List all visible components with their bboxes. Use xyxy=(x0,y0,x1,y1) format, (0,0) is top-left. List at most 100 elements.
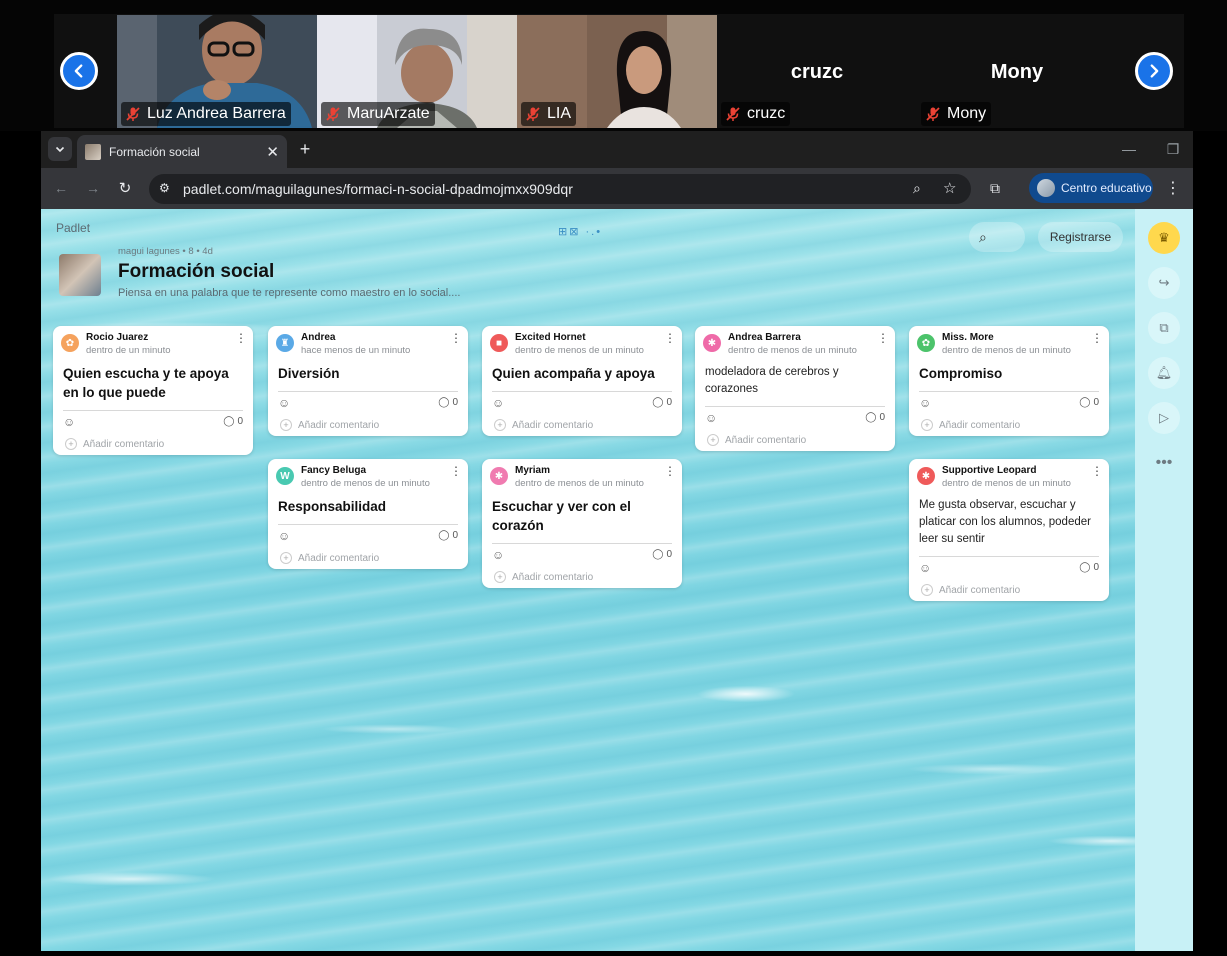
notifications-button[interactable]: 🔔︎ xyxy=(1148,357,1180,389)
participant-name-tag: MaruArzate xyxy=(321,102,435,126)
add-reaction-icon[interactable]: ☺ xyxy=(705,411,717,425)
post-menu-icon[interactable]: ⋮ xyxy=(877,332,889,344)
add-reaction-icon[interactable]: ☺ xyxy=(492,396,504,410)
post-menu-icon[interactable]: ⋮ xyxy=(1091,465,1103,477)
post-title: Quien escucha y te apoya en lo que puede xyxy=(63,366,229,400)
post-card[interactable]: ♜ Andrea hace menos de un minuto ⋮ Diversión… xyxy=(268,326,468,436)
comment-count[interactable]: ◯ 0 xyxy=(865,412,885,423)
post-menu-icon[interactable]: ⋮ xyxy=(235,332,247,344)
post-menu-icon[interactable]: ⋮ xyxy=(664,332,676,344)
participant-tile-no-video[interactable]: cruzc cruzc xyxy=(717,15,917,128)
add-comment-button[interactable]: + Añadir comentario xyxy=(482,414,682,436)
comment-count[interactable]: ◯ 0 xyxy=(223,416,243,427)
participant-tile-video[interactable]: Luz Andrea Barrera xyxy=(117,15,317,128)
post-header: ■ Excited Hornet dentro de menos de un min… xyxy=(482,326,682,362)
address-bar[interactable]: ⚙ padlet.com/maguilagunes/formaci-n-soci… xyxy=(149,174,971,204)
post-menu-icon[interactable]: ⋮ xyxy=(450,332,462,344)
reload-button[interactable]: ↻ xyxy=(113,176,137,200)
comment-bubble-icon: ◯ xyxy=(1079,562,1091,573)
puzzle-icon: ⧉ xyxy=(990,179,1000,196)
add-reaction-icon[interactable]: ☺ xyxy=(278,396,290,410)
comment-count[interactable]: ◯ 0 xyxy=(1079,397,1099,408)
participant-display-name: Mony xyxy=(990,61,1044,83)
post-time: dentro de un minuto xyxy=(86,345,171,356)
add-reaction-icon[interactable]: ☺ xyxy=(278,529,290,543)
add-reaction-icon[interactable]: ☺ xyxy=(919,396,931,410)
restore-button[interactable]: ❐ xyxy=(1161,137,1185,161)
plus-icon: + xyxy=(280,552,292,564)
comment-count-value: 0 xyxy=(237,416,243,427)
close-tab-icon[interactable]: ✕ xyxy=(266,143,279,161)
forward-button[interactable]: → xyxy=(81,176,105,200)
add-reaction-icon[interactable]: ☺ xyxy=(492,548,504,562)
add-comment-button[interactable]: + Añadir comentario xyxy=(909,414,1109,436)
browser-toolbar: ← → ↻ ⚙ padlet.com/maguilagunes/formaci-… xyxy=(41,168,1193,209)
participant-tile-video[interactable]: LIA xyxy=(517,15,717,128)
participant-name: Luz Andrea Barrera xyxy=(147,105,286,122)
post-header: ✱ Andrea Barrera dentro de menos de un min… xyxy=(695,326,895,362)
mic-muted-icon xyxy=(726,107,740,121)
add-comment-button[interactable]: + Añadir comentario xyxy=(53,433,253,455)
next-participants-button[interactable] xyxy=(1135,52,1173,90)
comment-count-value: 0 xyxy=(452,397,458,408)
post-author: Excited Hornet xyxy=(515,332,586,343)
mic-muted-icon xyxy=(326,107,340,121)
post-card[interactable]: ■ Excited Hornet dentro de menos de un min… xyxy=(482,326,682,436)
profile-button[interactable]: Centro educativo xyxy=(1029,173,1153,203)
share-button[interactable]: ↪ xyxy=(1148,267,1180,299)
minimize-button[interactable]: — xyxy=(1117,137,1141,161)
post-menu-icon[interactable]: ⋮ xyxy=(1091,332,1103,344)
add-reaction-icon[interactable]: ☺ xyxy=(919,561,931,575)
post-card[interactable]: ✱ Andrea Barrera dentro de menos de un min… xyxy=(695,326,895,451)
post-menu-icon[interactable]: ⋮ xyxy=(664,465,676,477)
new-tab-button[interactable]: + xyxy=(293,137,317,161)
post-card[interactable]: ✿ Miss. More dentro de menos de un minuto ⋮… xyxy=(909,326,1109,436)
search-icon: ⌕ xyxy=(979,228,987,245)
add-comment-button[interactable]: + Añadir comentario xyxy=(482,566,682,588)
extensions-button[interactable]: ⧉ xyxy=(983,176,1007,200)
add-reaction-icon[interactable]: ☺ xyxy=(63,415,75,429)
add-comment-label: Añadir comentario xyxy=(725,434,807,446)
plus-icon: + xyxy=(494,571,506,583)
add-comment-button[interactable]: + Añadir comentario xyxy=(268,414,468,436)
more-options-button[interactable]: ••• xyxy=(1148,447,1180,479)
post-menu-icon[interactable]: ⋮ xyxy=(450,465,462,477)
tab-formacion-social[interactable]: Formación social ✕ xyxy=(77,135,287,168)
tab-search-button[interactable] xyxy=(48,137,72,161)
add-comment-button[interactable]: + Añadir comentario xyxy=(695,429,895,451)
add-comment-label: Añadir comentario xyxy=(939,419,1021,431)
participant-name: LIA xyxy=(547,105,572,122)
mic-muted-icon xyxy=(126,107,140,121)
add-comment-label: Añadir comentario xyxy=(939,584,1021,596)
post-card[interactable]: W Fancy Beluga dentro de menos de un minut… xyxy=(268,459,468,569)
post-card[interactable]: ✱ Supportive Leopard dentro de menos de un… xyxy=(909,459,1109,601)
comment-count[interactable]: ◯ 0 xyxy=(1079,562,1099,573)
add-comment-button[interactable]: + Añadir comentario xyxy=(909,579,1109,601)
participant-name-tag: cruzc xyxy=(721,102,791,126)
participant-tile-no-video[interactable]: Mony Mony xyxy=(917,15,1117,128)
remake-button[interactable]: ♛ xyxy=(1148,222,1180,254)
padlet-logo[interactable]: Padlet xyxy=(56,221,90,235)
back-button[interactable]: ← xyxy=(49,176,73,200)
prev-participants-button[interactable] xyxy=(60,52,98,90)
participant-tile-video[interactable]: MaruArzate xyxy=(317,15,517,128)
browser-menu-button[interactable]: ⋮ xyxy=(1161,176,1185,200)
search-button[interactable]: ⌕ xyxy=(969,222,1025,252)
share-arrow-icon: ↪ xyxy=(1158,275,1170,290)
comment-count[interactable]: ◯ 0 xyxy=(438,397,458,408)
post-card[interactable]: ✿ Rocio Juarez dentro de un minuto ⋮ Quien e… xyxy=(53,326,253,455)
post-header: ✱ Myriam dentro de menos de un minuto ⋮ xyxy=(482,459,682,495)
comment-bubble-icon: ◯ xyxy=(438,397,450,408)
comment-count[interactable]: ◯ 0 xyxy=(652,397,672,408)
add-comment-button[interactable]: + Añadir comentario xyxy=(268,547,468,569)
post-card[interactable]: ✱ Myriam dentro de menos de un minuto ⋮ Escu… xyxy=(482,459,682,588)
comment-count[interactable]: ◯ 0 xyxy=(438,530,458,541)
site-settings-icon[interactable]: ⚙ xyxy=(159,181,170,195)
post-reactions: ☺ ◯ 0 xyxy=(482,544,682,566)
signup-button[interactable]: Registrarse xyxy=(1038,222,1123,252)
comment-count[interactable]: ◯ 0 xyxy=(652,549,672,560)
bookmark-star-icon[interactable]: ☆ xyxy=(943,179,956,197)
zoom-icon[interactable]: ⌕ xyxy=(913,180,921,197)
slideshow-button[interactable]: ▷ xyxy=(1148,402,1180,434)
copy-button[interactable]: ⧉ xyxy=(1148,312,1180,344)
